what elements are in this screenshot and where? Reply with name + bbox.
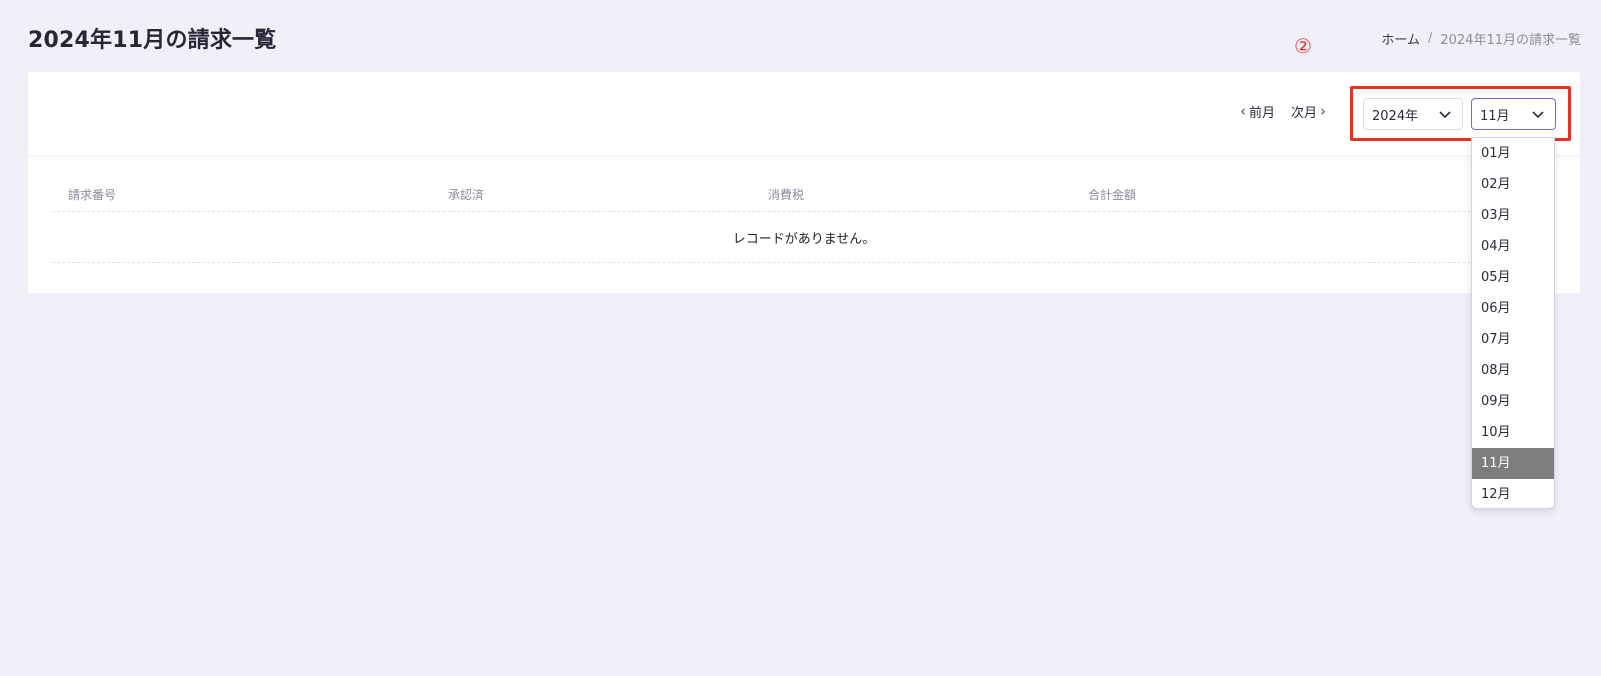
page-title: 2024年11月の請求一覧 [28,28,277,53]
next-month-label: 次月 [1291,106,1318,121]
table-header: 請求番号 承認済 消費税 合計金額 [52,172,1556,212]
month-option[interactable]: 10月 [1472,417,1554,448]
toolbar: ‹ 前月 次月 › [28,72,1580,156]
month-option[interactable]: 06月 [1472,293,1554,324]
column-header-invoice-number: 請求番号 [68,188,117,202]
invoice-table: 請求番号 承認済 消費税 合計金額 レコードがありません。 [52,172,1556,263]
prev-month-label: 前月 [1249,106,1276,121]
next-month-button[interactable]: 次月 › [1291,102,1327,122]
month-option[interactable]: 09月 [1472,386,1554,417]
month-option[interactable]: 03月 [1472,200,1554,231]
chevron-right-icon: › [1320,102,1327,120]
page: 2024年11月の請求一覧 ホーム / 2024年11月の請求一覧 ② ‹ 前月… [0,0,1601,676]
breadcrumb-current: 2024年11月の請求一覧 [1440,33,1581,48]
month-option[interactable]: 07月 [1472,324,1554,355]
column-header-total: 合計金額 [1088,188,1137,202]
chevron-down-icon [1532,111,1544,119]
column-header-tax: 消費税 [768,188,805,202]
month-select-value: 11月 [1480,108,1510,124]
month-option[interactable]: 01月 [1472,138,1554,169]
year-select-value: 2024年 [1372,108,1419,124]
breadcrumb: ホーム / 2024年11月の請求一覧 [1381,29,1581,48]
prev-month-button[interactable]: ‹ 前月 [1240,102,1276,122]
month-option[interactable]: 02月 [1472,169,1554,200]
month-option[interactable]: 04月 [1472,231,1554,262]
month-option[interactable]: 08月 [1472,355,1554,386]
month-option[interactable]: 12月 [1472,479,1554,508]
month-option[interactable]: 05月 [1472,262,1554,293]
column-header-approved: 承認済 [448,188,485,202]
month-option-selected[interactable]: 11月 [1472,448,1554,479]
chevron-down-icon [1439,111,1451,119]
chevron-left-icon: ‹ [1240,102,1246,120]
invoice-card: ‹ 前月 次月 › 請求番号 承認済 消費税 合計金額 レコードがありません。 [28,72,1580,293]
year-select[interactable]: 2024年 [1363,98,1463,130]
month-navigation: ‹ 前月 次月 › [1240,102,1327,122]
annotation-step-number: ② [1294,34,1312,58]
breadcrumb-separator: / [1427,31,1433,46]
empty-state-row: レコードがありません。 [52,212,1556,263]
breadcrumb-home-link[interactable]: ホーム [1381,29,1420,48]
empty-state-message: レコードがありません。 [732,231,876,247]
month-select[interactable]: 11月 [1471,98,1556,130]
month-dropdown-list: 01月 02月 03月 04月 05月 06月 07月 08月 09月 10月 … [1471,137,1555,509]
